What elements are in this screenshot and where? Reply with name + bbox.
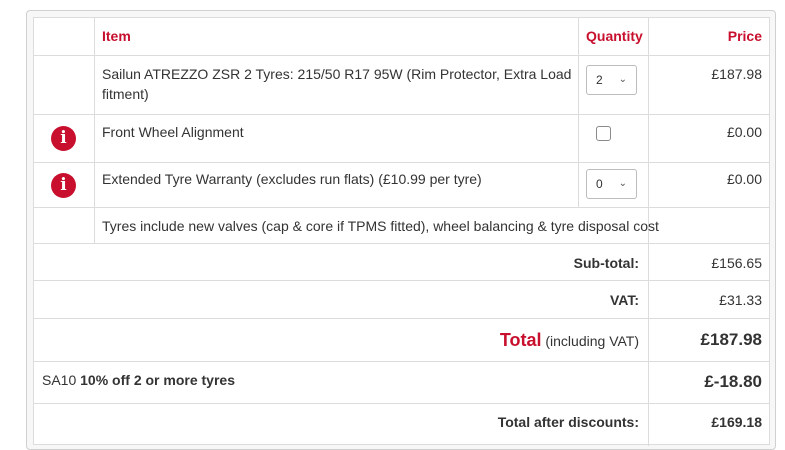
row-divider	[34, 55, 769, 56]
row-divider	[34, 403, 769, 404]
warranty-quantity-value: 0	[596, 177, 603, 191]
total-value: £187.98	[700, 330, 762, 349]
warranty-quantity-select[interactable]: 0 ⌄	[586, 169, 637, 199]
row-divider	[34, 243, 769, 244]
column-header-quantity: Quantity	[586, 28, 643, 44]
tyre-price: £187.98	[711, 66, 762, 82]
row-divider	[34, 162, 769, 163]
item-name-line2: fitment)	[102, 86, 149, 102]
row-divider	[34, 207, 769, 208]
row-divider	[34, 318, 769, 319]
info-icon[interactable]: i	[51, 126, 76, 151]
row-divider	[34, 114, 769, 115]
info-icon[interactable]: i	[51, 173, 76, 198]
column-divider	[578, 18, 579, 207]
column-header-price: Price	[727, 28, 762, 44]
row-divider	[34, 280, 769, 281]
tyre-quantity-value: 2	[596, 73, 603, 87]
warranty-label: Extended Tyre Warranty (excludes run fla…	[102, 171, 482, 187]
chevron-down-icon: ⌄	[618, 74, 627, 85]
chevron-down-icon: ⌄	[618, 178, 627, 189]
item-name-line1: Sailun ATREZZO ZSR 2 Tyres: 215/50 R17 9…	[102, 66, 572, 82]
column-header-item: Item	[102, 28, 131, 44]
tyre-quantity-select[interactable]: 2 ⌄	[586, 65, 637, 95]
wheel-alignment-label: Front Wheel Alignment	[102, 124, 244, 140]
basket-frame: Item Quantity Price Sailun ATREZZO ZSR 2…	[26, 10, 776, 450]
vat-value: £31.33	[719, 292, 762, 308]
total-label: Total (including VAT)	[334, 328, 639, 353]
total-after-discounts-label: Total after discounts:	[497, 414, 639, 430]
warranty-price: £0.00	[726, 171, 762, 187]
discount-value: £-18.80	[704, 372, 762, 391]
basket-table: Item Quantity Price Sailun ATREZZO ZSR 2…	[33, 17, 770, 446]
subtotal-value: £156.65	[711, 255, 762, 271]
wheel-alignment-price: £0.00	[726, 124, 762, 140]
discount-code: SA10	[42, 372, 77, 388]
row-divider	[34, 361, 769, 362]
total-suffix: (including VAT)	[545, 333, 639, 349]
included-services-note: Tyres include new valves (cap & core if …	[102, 218, 659, 234]
subtotal-label: Sub-total:	[573, 255, 639, 271]
total-word: Total	[499, 330, 542, 350]
wheel-alignment-checkbox[interactable]	[596, 126, 611, 141]
column-divider	[94, 18, 95, 243]
vat-label: VAT:	[609, 292, 639, 308]
discount-label: SA10 10% off 2 or more tyres	[42, 370, 235, 390]
discount-description: 10% off 2 or more tyres	[80, 372, 235, 388]
total-after-discounts-value: £169.18	[711, 414, 762, 430]
